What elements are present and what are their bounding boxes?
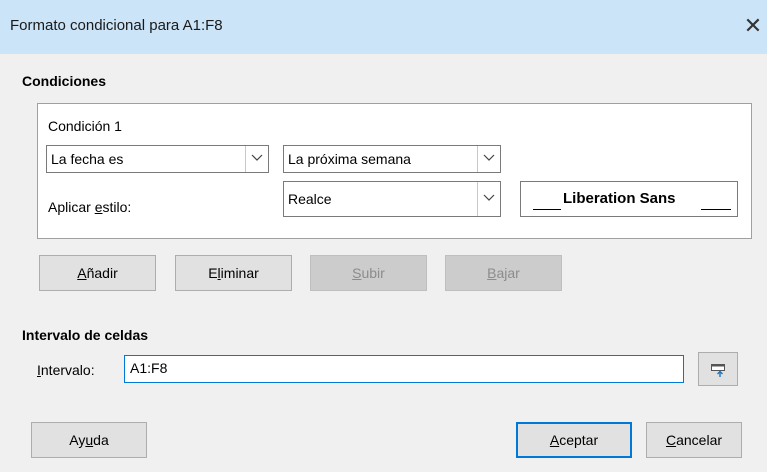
- date-condition-select[interactable]: La próxima semana: [283, 145, 501, 173]
- chevron-down-icon[interactable]: [245, 146, 268, 172]
- style-preview-text: Liberation Sans: [563, 190, 676, 207]
- style-preview: Liberation Sans: [520, 181, 738, 217]
- add-button[interactable]: Añadir: [39, 255, 156, 291]
- chevron-down-icon[interactable]: [477, 146, 500, 172]
- condition-1-label: Condición 1: [48, 118, 122, 134]
- chevron-down-icon[interactable]: [477, 182, 500, 216]
- condition-type-select[interactable]: La fecha es: [46, 145, 269, 173]
- range-input-value: A1:F8: [130, 360, 168, 376]
- range-input[interactable]: A1:F8: [124, 355, 684, 383]
- move-up-button[interactable]: Subir: [310, 255, 427, 291]
- date-condition-value: La próxima semana: [288, 151, 411, 167]
- cancel-button[interactable]: Cancelar: [646, 422, 742, 458]
- move-down-button[interactable]: Bajar: [445, 255, 562, 291]
- range-label: Intervalo:: [37, 362, 95, 378]
- condition-type-value: La fecha es: [51, 151, 124, 167]
- shrink-dialog-icon: [710, 361, 726, 378]
- cell-range-section-label: Intervalo de celdas: [22, 327, 149, 343]
- apply-style-value: Realce: [288, 191, 332, 207]
- help-button[interactable]: Ayuda: [31, 422, 147, 458]
- remove-button[interactable]: Eliminar: [175, 255, 292, 291]
- apply-style-select[interactable]: Realce: [283, 181, 501, 217]
- window-title: Formato condicional para A1:F8: [10, 17, 223, 34]
- conditions-section-label: Condiciones: [22, 73, 107, 89]
- shrink-dialog-button[interactable]: [698, 352, 738, 386]
- close-icon[interactable]: ✕: [740, 12, 766, 40]
- apply-style-label: Aplicar estilo:: [48, 199, 132, 215]
- ok-button[interactable]: Aceptar: [516, 422, 632, 458]
